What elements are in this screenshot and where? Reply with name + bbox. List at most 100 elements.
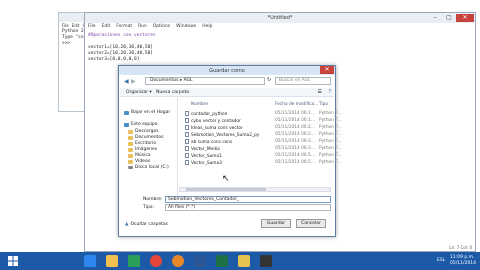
folder-icon bbox=[128, 135, 133, 140]
editor-menu-file[interactable]: File bbox=[88, 23, 96, 30]
sidebar-item-disco-local[interactable]: Disco local (C:) bbox=[128, 165, 169, 170]
sidebar-item-este-equipo[interactable]: Este equipo bbox=[124, 122, 158, 127]
python-icon[interactable] bbox=[238, 255, 250, 267]
type-label: Tipo: bbox=[143, 205, 154, 210]
organize-button[interactable]: Organizar ▾ bbox=[126, 90, 152, 95]
file-type: Python F… bbox=[319, 125, 343, 130]
shell-menu-edit[interactable]: Edit bbox=[72, 22, 80, 29]
list-item[interactable]: Sebmotion_Vectores_Suma2_py 05/11/2014 06… bbox=[185, 132, 342, 138]
scrollbar-thumb[interactable] bbox=[186, 188, 266, 191]
folder-icon bbox=[128, 159, 133, 164]
folder-icon bbox=[128, 141, 133, 146]
maximize-icon[interactable]: ▢ bbox=[443, 14, 455, 22]
folder-icon bbox=[128, 129, 133, 134]
file-date: 05/11/2014 06:5… bbox=[275, 160, 316, 165]
nav-forward-icon[interactable]: ▶ bbox=[131, 78, 136, 85]
firefox-icon[interactable] bbox=[172, 255, 184, 267]
filename-input[interactable]: Sebmotion_Vectores_Contador_ bbox=[165, 196, 331, 203]
dialog-titlebar[interactable]: Guardar como ✕ bbox=[119, 66, 335, 75]
word-icon[interactable] bbox=[194, 255, 206, 267]
drive-icon bbox=[128, 166, 133, 169]
horizontal-scrollbar[interactable] bbox=[179, 187, 331, 192]
refresh-icon[interactable]: ↻ bbox=[267, 77, 271, 83]
sidebar-item-label: Documentos bbox=[135, 135, 164, 140]
file-name: Vector_Suma1 bbox=[191, 154, 222, 159]
sidebar-item-imagenes[interactable]: Imágenes bbox=[128, 147, 157, 152]
file-type: Python F… bbox=[319, 153, 343, 158]
hide-folders-label: Ocultar carpetas bbox=[130, 222, 168, 227]
sidebar-item-label: Imágenes bbox=[135, 147, 158, 152]
file-name: Vector_Media bbox=[191, 147, 220, 152]
file-name: ab suma cons cons bbox=[191, 140, 233, 145]
type-select[interactable]: All files (*.*) bbox=[165, 204, 331, 211]
sidebar-item-homegroup[interactable]: Bajar en el Hogar bbox=[124, 110, 170, 115]
chevron-up-icon: ▲ bbox=[125, 222, 129, 227]
editor-titlebar[interactable]: *Untitled* – ▢ ✕ bbox=[85, 13, 475, 23]
sidebar-item-label: Este equipo bbox=[131, 122, 158, 127]
editor-menu-format[interactable]: Format bbox=[116, 23, 132, 30]
file-date: 05/11/2014 06:2… bbox=[275, 125, 316, 130]
file-date: 05/11/2014 06:5… bbox=[275, 153, 316, 158]
python-file-icon bbox=[185, 111, 189, 116]
column-header-nombre[interactable]: Nombre bbox=[191, 102, 208, 107]
view-options-icon[interactable]: ☰ bbox=[318, 89, 322, 95]
sidebar-item-escritorio[interactable]: Escritorio bbox=[128, 141, 156, 146]
python-file-icon bbox=[185, 146, 189, 151]
address-bar[interactable]: Documentos ▸ AGL bbox=[145, 77, 265, 85]
list-item[interactable]: Vector_Suma1 05/11/2014 06:5… Python F… bbox=[185, 153, 342, 159]
nav-back-icon[interactable]: ◀ bbox=[124, 78, 129, 85]
chrome-icon[interactable] bbox=[150, 255, 162, 267]
file-type: Python F… bbox=[319, 160, 343, 165]
minimize-icon[interactable]: – bbox=[429, 14, 441, 22]
python-file-icon bbox=[185, 139, 189, 144]
breadcrumb-agl[interactable]: AGL bbox=[184, 78, 193, 83]
shell-menu-file[interactable]: File bbox=[62, 22, 69, 29]
sidebar-item-videos[interactable]: Vídeos bbox=[128, 159, 150, 164]
file-date: 05/11/2014 06:2… bbox=[275, 132, 316, 137]
folder-icon bbox=[128, 147, 133, 152]
save-button[interactable]: Guardar bbox=[261, 219, 291, 228]
language-indicator[interactable]: ESL bbox=[437, 258, 445, 263]
sidebar-item-documentos[interactable]: Documentos bbox=[128, 135, 163, 140]
new-folder-button[interactable]: Nueva carpeta bbox=[156, 90, 189, 95]
column-header-tipo[interactable]: Tipo bbox=[319, 102, 328, 107]
hide-folders-toggle[interactable]: ▲ Ocultar carpetas bbox=[125, 222, 168, 227]
file-date: 05/11/2014 06:3… bbox=[275, 146, 316, 151]
cancel-button[interactable]: Cancelar bbox=[296, 219, 326, 228]
list-item[interactable]: Vector_Media 05/11/2014 06:3… Python F… bbox=[185, 146, 342, 152]
sidebar-item-musica[interactable]: Música bbox=[128, 153, 151, 158]
breadcrumb-documentos[interactable]: Documentos bbox=[150, 78, 178, 83]
recorder-icon[interactable] bbox=[260, 255, 272, 267]
editor-menu-run[interactable]: Run bbox=[138, 23, 147, 30]
column-header-fecha[interactable]: Fecha de modifica… bbox=[275, 102, 318, 107]
list-item[interactable]: Ideas_suma cons vector 05/11/2014 06:2… Py… bbox=[185, 125, 342, 131]
close-icon[interactable]: ✕ bbox=[456, 14, 474, 22]
sidebar-item-descargas[interactable]: Descargas bbox=[128, 129, 159, 134]
internet-explorer-icon[interactable] bbox=[84, 255, 96, 267]
store-icon[interactable] bbox=[128, 255, 140, 267]
python-file-icon bbox=[185, 153, 189, 158]
clock-date[interactable]: 05/11/2014 bbox=[450, 261, 476, 266]
file-type: Python F… bbox=[319, 146, 343, 151]
file-date: 05/11/2014 06:1… bbox=[275, 118, 316, 123]
python-file-icon bbox=[185, 132, 189, 137]
file-date: 05/11/2014 06:1… bbox=[275, 111, 316, 116]
file-explorer-icon[interactable] bbox=[106, 255, 118, 267]
search-input[interactable]: Buscar en AGL bbox=[275, 77, 331, 85]
editor-menu-options[interactable]: Options bbox=[153, 23, 170, 30]
editor-menu-windows[interactable]: Windows bbox=[176, 23, 196, 30]
list-item[interactable]: ab suma cons cons 05/11/2014 06:3… Python … bbox=[185, 139, 342, 145]
dialog-close-icon[interactable]: ✕ bbox=[320, 66, 334, 74]
file-type: Python F… bbox=[319, 132, 343, 137]
file-date: 05/11/2014 06:3… bbox=[275, 139, 316, 144]
list-item[interactable]: contador_python 05/11/2014 06:1… Python F… bbox=[185, 111, 342, 117]
windows-start-icon[interactable] bbox=[8, 256, 18, 266]
editor-menu-edit[interactable]: Edit bbox=[102, 23, 111, 30]
filename-label: Nombre: bbox=[143, 197, 163, 202]
list-item[interactable]: Vector_Suma3 05/11/2014 06:5… Python F… bbox=[185, 160, 342, 166]
excel-icon[interactable] bbox=[216, 255, 228, 267]
list-item[interactable]: cybu vector y contador 05/11/2014 06:1… Py… bbox=[185, 118, 342, 124]
help-icon[interactable]: ? bbox=[328, 89, 331, 95]
clock-time[interactable]: 11:09 p.m. bbox=[450, 255, 475, 260]
editor-menu-help[interactable]: Help bbox=[202, 23, 212, 30]
